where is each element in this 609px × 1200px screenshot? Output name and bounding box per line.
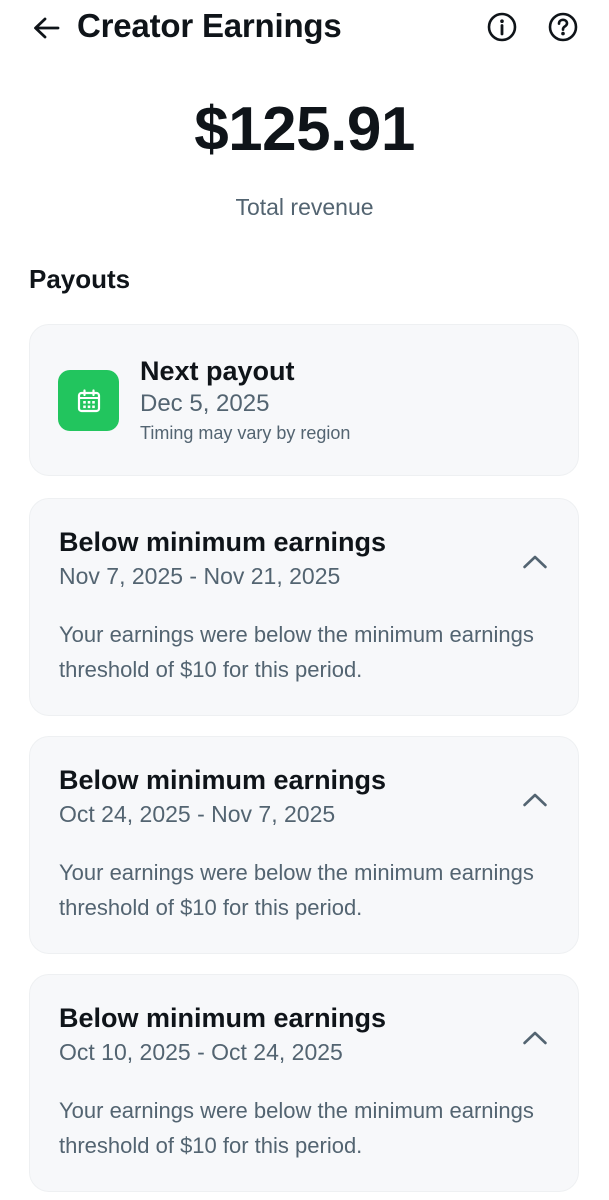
- chevron-up-icon: [523, 1031, 547, 1045]
- period-status-title: Below minimum earnings: [59, 527, 387, 557]
- top-bar: Creator Earnings: [0, 0, 609, 56]
- chevron-up-icon: [523, 555, 547, 569]
- next-payout-title: Next payout: [140, 356, 295, 386]
- next-payout-date: Dec 5, 2025: [140, 390, 270, 417]
- question-circle-icon: [548, 12, 578, 42]
- collapse-button[interactable]: [520, 785, 550, 815]
- help-button[interactable]: [546, 10, 580, 44]
- period-date-range: Nov 7, 2025 - Nov 21, 2025: [59, 563, 341, 589]
- total-revenue-amount: $125.91: [194, 95, 415, 164]
- period-date-range: Oct 10, 2025 - Oct 24, 2025: [59, 1039, 343, 1065]
- info-button[interactable]: [485, 10, 519, 44]
- period-description: Your earnings were below the minimum ear…: [59, 1098, 534, 1158]
- period-description: Your earnings were below the minimum ear…: [59, 860, 534, 920]
- next-payout-note: Timing may vary by region: [140, 423, 351, 443]
- period-status-title: Below minimum earnings: [59, 765, 387, 795]
- payout-period-card[interactable]: Below minimum earnings Oct 10, 2025 - Oc…: [29, 974, 579, 1192]
- payout-period-card[interactable]: Below minimum earnings Nov 7, 2025 - Nov…: [29, 498, 579, 716]
- total-revenue-label: Total revenue: [235, 194, 374, 220]
- period-status-title: Below minimum earnings: [59, 1003, 387, 1033]
- collapse-button[interactable]: [520, 547, 550, 577]
- payouts-heading: Payouts: [29, 264, 131, 294]
- payout-period-card[interactable]: Below minimum earnings Oct 24, 2025 - No…: [29, 736, 579, 954]
- info-circle-icon: [487, 12, 517, 42]
- next-payout-card: Next payout Dec 5, 2025 Timing may vary …: [29, 324, 579, 476]
- arrow-left-icon: [34, 17, 60, 39]
- period-description: Your earnings were below the minimum ear…: [59, 622, 534, 682]
- collapse-button[interactable]: [520, 1023, 550, 1053]
- chevron-up-icon: [523, 793, 547, 807]
- period-date-range: Oct 24, 2025 - Nov 7, 2025: [59, 801, 336, 827]
- back-button[interactable]: [26, 8, 66, 48]
- calendar-tile: [58, 370, 119, 431]
- page-title: Creator Earnings: [77, 7, 342, 44]
- calendar-icon: [77, 388, 100, 412]
